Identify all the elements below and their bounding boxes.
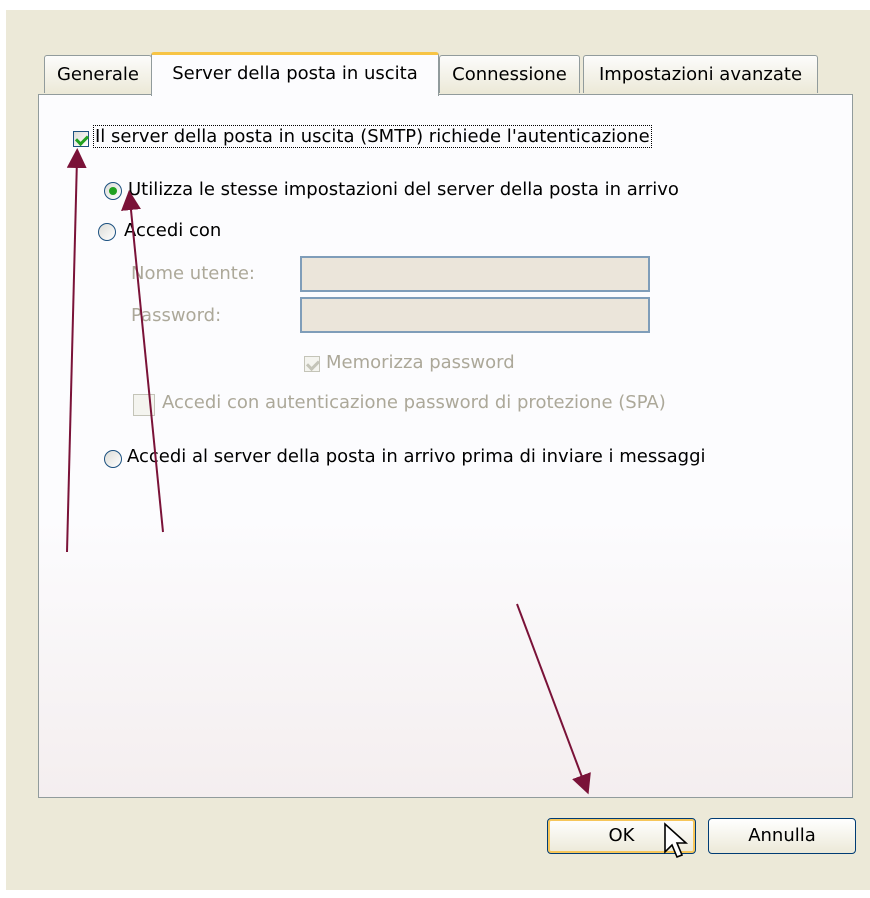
remember-password-checkbox[interactable] [304,356,320,372]
smtp-auth-label-text: Il server della posta in uscita (SMTP) r… [93,125,652,148]
login-with-label[interactable]: Accedi con [124,220,221,241]
incoming-first-radio[interactable] [104,450,122,468]
same-settings-label[interactable]: Utilizza le stesse impostazioni del serv… [128,179,679,200]
tab-server-posta-uscita[interactable]: Server della posta in uscita [151,52,439,96]
login-with-radio[interactable] [98,223,116,241]
password-label: Password: [131,305,222,326]
username-field[interactable] [300,256,650,292]
same-settings-radio[interactable] [104,182,122,200]
spa-checkbox[interactable] [133,394,155,416]
tab-impostazioni-avanzate[interactable]: Impostazioni avanzate [583,55,818,93]
password-field[interactable] [300,297,650,333]
username-label: Nome utente: [131,263,255,284]
smtp-auth-label[interactable]: Il server della posta in uscita (SMTP) r… [93,125,652,148]
tab-generale[interactable]: Generale [44,55,152,93]
cancel-button[interactable]: Annulla [708,818,856,854]
tab-connessione[interactable]: Connessione [439,55,580,93]
incoming-first-label[interactable]: Accedi al server della posta in arrivo p… [127,446,706,467]
spa-label[interactable]: Accedi con autenticazione password di pr… [162,392,666,413]
smtp-auth-checkbox[interactable] [73,131,89,147]
remember-password-label[interactable]: Memorizza password [326,352,515,373]
mouse-cursor-icon [664,822,689,859]
